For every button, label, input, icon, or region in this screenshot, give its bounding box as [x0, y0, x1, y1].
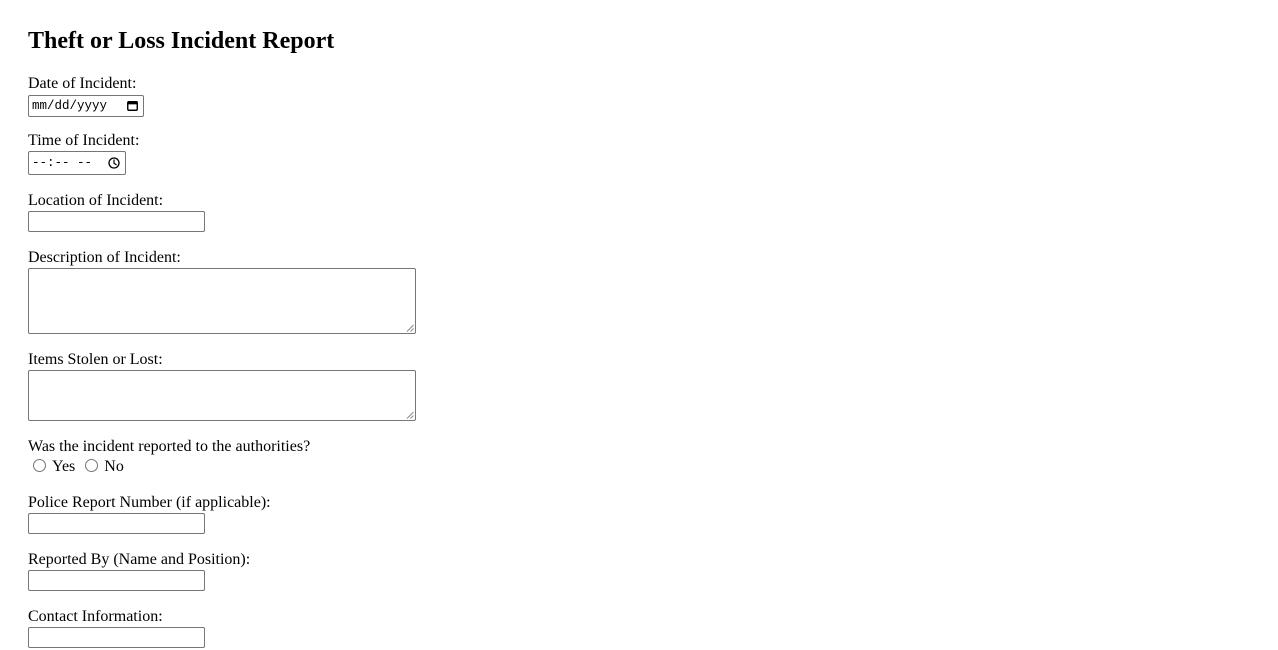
time-input[interactable]: --:-- --: [28, 151, 126, 175]
clock-icon[interactable]: [108, 157, 120, 169]
date-input[interactable]: mm/dd/yyyy: [28, 95, 144, 117]
calendar-icon[interactable]: [127, 100, 138, 111]
resize-handle-icon[interactable]: [406, 324, 414, 332]
radio-yes-label[interactable]: Yes: [52, 458, 75, 476]
description-label: Description of Incident:: [28, 249, 181, 266]
contact-input[interactable]: [28, 627, 205, 648]
radio-no[interactable]: [85, 459, 99, 472]
radio-no-label[interactable]: No: [104, 458, 124, 476]
time-label: Time of Incident:: [28, 132, 140, 149]
location-label: Location of Incident:: [28, 192, 164, 209]
radio-yes[interactable]: [33, 459, 46, 472]
time-placeholder: --:-- --: [32, 156, 93, 170]
reported-by-label: Reported By (Name and Position):: [28, 551, 251, 568]
police-report-field: Police Report Number (if applicable):: [28, 494, 271, 534]
date-field: Date of Incident: mm/dd/yyyy: [28, 75, 144, 117]
reported-radio-group: Yes No: [28, 458, 310, 476]
police-report-label: Police Report Number (if applicable):: [28, 494, 271, 511]
time-field: Time of Incident: --:-- --: [28, 132, 139, 175]
items-field: Items Stolen or Lost:: [28, 351, 416, 421]
location-field: Location of Incident:: [28, 192, 205, 232]
reported-by-field: Reported By (Name and Position):: [28, 551, 250, 591]
items-textarea[interactable]: [28, 370, 416, 421]
reported-question: Was the incident reported to the authori…: [28, 438, 311, 455]
location-input[interactable]: [28, 211, 205, 232]
contact-field: Contact Information:: [28, 608, 205, 648]
reported-field: Was the incident reported to the authori…: [28, 438, 310, 476]
reported-by-input[interactable]: [28, 570, 205, 591]
items-label: Items Stolen or Lost:: [28, 351, 163, 368]
date-label: Date of Incident:: [28, 75, 137, 92]
description-textarea[interactable]: [28, 268, 416, 334]
page-title: Theft or Loss Incident Report: [28, 28, 335, 54]
date-placeholder: mm/dd/yyyy: [32, 99, 108, 113]
contact-label: Contact Information:: [28, 608, 163, 625]
description-field: Description of Incident:: [28, 249, 416, 334]
police-report-input[interactable]: [28, 513, 205, 534]
resize-handle-icon[interactable]: [406, 411, 414, 419]
